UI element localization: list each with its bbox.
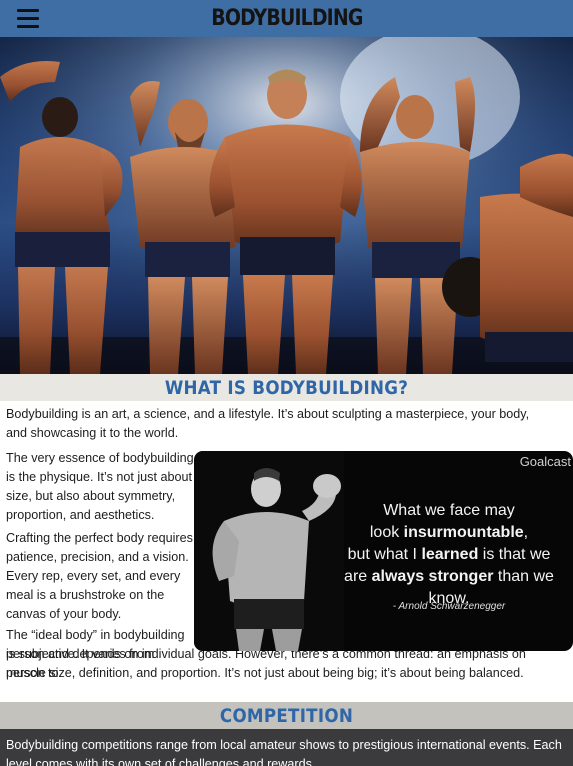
- quote-line-3: but what I learned is that we: [347, 546, 551, 563]
- top-bar: BODYBUILDING: [0, 0, 573, 37]
- competition-block: Bodybuilding competitions range from loc…: [0, 729, 573, 766]
- physique-paragraph: The very essence of bodybuilding is the …: [6, 451, 194, 522]
- intro-paragraph: Bodybuilding is an art, a science, and a…: [6, 407, 530, 440]
- what-is-section-header: WHAT IS BODYBUILDING?: [0, 374, 573, 401]
- hero-image: [0, 37, 573, 374]
- arnold-photo: [194, 451, 344, 651]
- competition-section-header: COMPETITION: [0, 702, 573, 729]
- site-title: BODYBUILDING: [210, 6, 363, 31]
- crafting-paragraph: Crafting the perfect body requires patie…: [6, 531, 193, 621]
- competition-heading: COMPETITION: [219, 705, 354, 727]
- quote-line-1: What we face may: [383, 502, 515, 519]
- quote-line-2: look insurmountable,: [369, 524, 529, 541]
- hamburger-menu-icon[interactable]: [17, 9, 39, 28]
- quote-text: What we face may look insurmountable, bu…: [334, 500, 564, 610]
- competition-text: Bodybuilding competitions range from loc…: [6, 738, 562, 766]
- what-is-heading: WHAT IS BODYBUILDING?: [164, 377, 409, 399]
- bodybuilders-illustration: [0, 37, 573, 374]
- goalcast-logo: Goalcast: [519, 454, 571, 469]
- quote-author: - Arnold Schwarzenegger: [392, 601, 506, 612]
- quote-card: Goalcast What we face may look insurmoun…: [194, 451, 573, 651]
